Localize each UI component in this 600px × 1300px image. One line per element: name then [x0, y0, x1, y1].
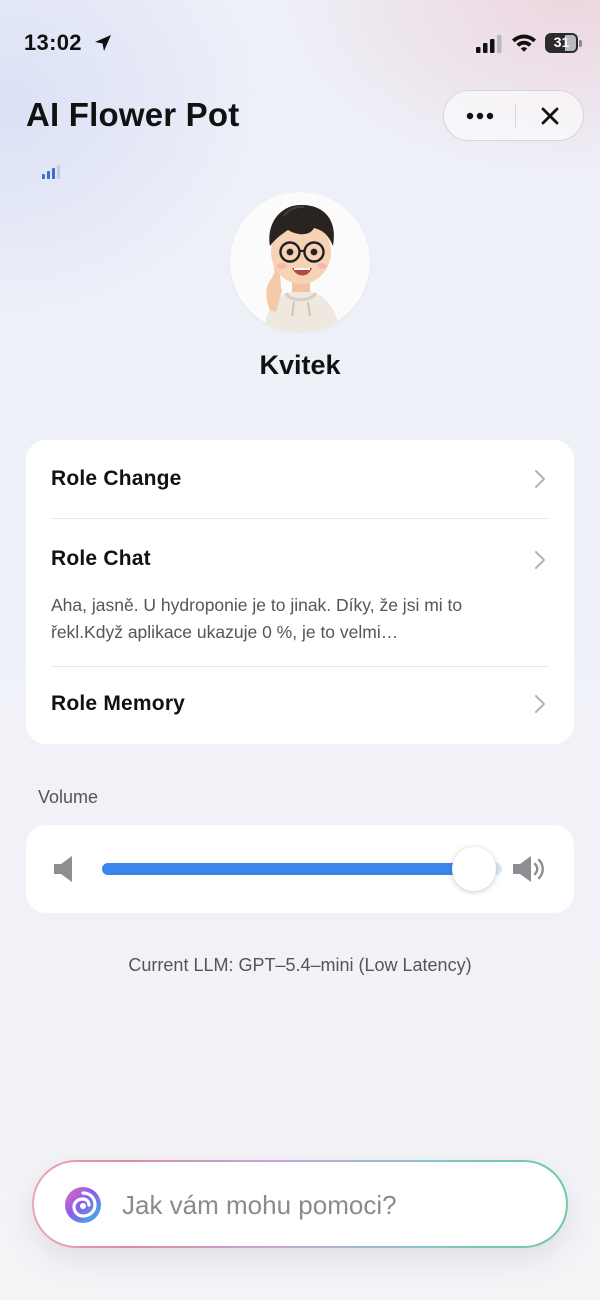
more-button[interactable]: [444, 91, 516, 140]
ai-assistant-orb-icon[interactable]: [64, 1186, 102, 1224]
cellular-signal-icon: [476, 35, 502, 53]
chat-input-bar: [32, 1160, 568, 1248]
current-llm-info: Current LLM: GPT–5.4–mini (Low Latency): [128, 955, 472, 975]
cartoon-boy-avatar-icon: [264, 204, 340, 332]
status-bar: 13:02 31: [0, 0, 600, 88]
volume-card: [26, 825, 574, 913]
location-arrow-icon: [95, 35, 111, 51]
role-change-item[interactable]: Role Change: [26, 440, 574, 518]
battery-level: 31: [553, 34, 570, 50]
more-dots-icon: [466, 112, 494, 119]
volume-label: Volume: [38, 787, 99, 807]
volume-slider-fill: [102, 863, 474, 875]
wifi-icon: [512, 34, 536, 52]
chevron-right-icon: [535, 551, 545, 569]
role-change-label: Role Change: [51, 467, 182, 490]
role-chat-label: Role Chat: [51, 547, 151, 570]
role-menu-card: Role Change Role Chat Aha, jasně. U hydr…: [26, 440, 574, 744]
role-memory-item[interactable]: Role Memory: [26, 668, 574, 744]
role-memory-label: Role Memory: [51, 692, 186, 715]
role-chat-preview: Aha, jasně. U hydroponie je to jinak. Dí…: [51, 595, 463, 642]
close-button[interactable]: [516, 91, 584, 140]
role-chat-item[interactable]: Role Chat Aha, jasně. U hydroponie je to…: [26, 519, 574, 667]
mini-program-capsule: [443, 90, 584, 141]
chevron-right-icon: [535, 470, 545, 488]
network-strength-icon: [42, 165, 60, 179]
status-time: 13:02: [24, 30, 82, 55]
speaker-mute-icon[interactable]: [52, 854, 78, 884]
role-name: Kvitek: [259, 350, 341, 380]
menu-divider: [51, 666, 549, 667]
chevron-right-icon: [535, 695, 545, 713]
page-title: AI Flower Pot: [26, 96, 240, 133]
speaker-loud-icon[interactable]: [511, 853, 549, 885]
battery-icon: 31: [545, 33, 583, 53]
chat-input[interactable]: [122, 1181, 542, 1229]
volume-slider-thumb[interactable]: [452, 847, 496, 891]
volume-slider[interactable]: [102, 847, 502, 891]
close-icon: [541, 107, 559, 124]
avatar[interactable]: [230, 192, 370, 332]
